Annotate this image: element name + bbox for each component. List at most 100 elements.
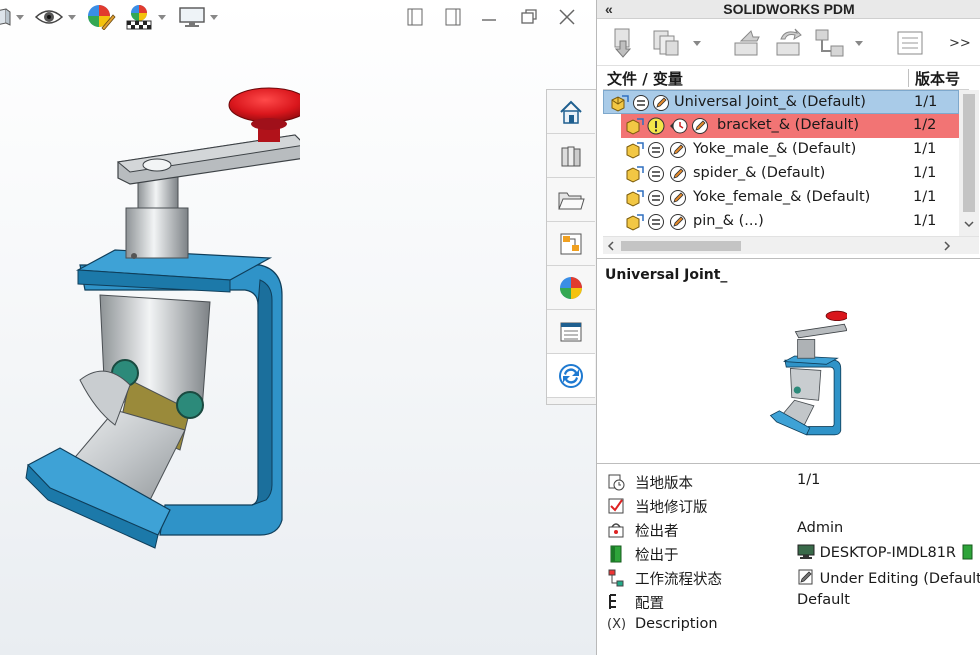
universal-joint-model[interactable] (20, 80, 300, 550)
edit-status-icon (670, 190, 686, 206)
part-icon (626, 214, 644, 231)
part-icon (626, 190, 644, 207)
tree-row-version: 1/2 (913, 117, 937, 133)
tree-row-version: 1/1 (913, 189, 937, 205)
property-value: Default (797, 592, 850, 608)
tree-row-version: 1/1 (914, 94, 938, 110)
tile-right-icon[interactable] (442, 6, 464, 28)
tree-row-name: bracket_& (Default) (717, 117, 859, 133)
copy-tree-icon[interactable] (651, 27, 701, 59)
state-edit-icon (798, 569, 813, 585)
checkin-icon[interactable] (731, 27, 763, 59)
property-row: 当地版本 1/1 (597, 470, 980, 494)
property-key: 当地版本 (635, 476, 693, 492)
user-icon (608, 523, 624, 538)
chevron-right-icon[interactable] (943, 241, 951, 251)
part-icon (626, 166, 644, 183)
display-icon[interactable] (178, 4, 218, 30)
tree-row-bracket[interactable]: bracket_& (Default) 1/2 (621, 114, 959, 138)
scene-icon[interactable] (124, 4, 166, 30)
part-icon (626, 142, 644, 159)
chevron-down-icon[interactable] (158, 14, 166, 20)
appearance-icon[interactable] (547, 266, 595, 310)
equal-status-icon (633, 95, 649, 111)
edit-status-icon (670, 214, 686, 230)
equal-status-icon (648, 214, 664, 230)
property-row: 检出者 Admin (597, 518, 980, 542)
chevron-down-icon[interactable] (693, 40, 701, 46)
properties-icon[interactable] (547, 310, 595, 354)
local-version-icon (608, 474, 625, 491)
tree-row-name: Yoke_female_& (Default) (693, 189, 871, 205)
property-key: Description (635, 616, 718, 632)
folder-icon[interactable] (547, 178, 595, 222)
minimize-icon[interactable] (478, 6, 500, 28)
tree-row-version: 1/1 (913, 213, 937, 229)
tree-row-part[interactable]: spider_& (Default) 1/1 (603, 162, 959, 186)
properties-icon[interactable] (895, 27, 925, 59)
get-latest-icon[interactable] (611, 27, 637, 59)
scroll-thumb[interactable] (963, 94, 975, 212)
checkbox-icon (608, 498, 624, 514)
chevron-down-icon[interactable] (16, 14, 24, 20)
checkout-icon (962, 544, 973, 560)
checkout-icon (610, 545, 622, 563)
tree-header: 文件 / 变量 版本号 (603, 66, 969, 90)
chevron-down-icon[interactable] (855, 40, 863, 46)
tree-row-assembly[interactable]: Universal Joint_& (Default) 1/1 (603, 90, 959, 114)
tree-row-name: spider_& (Default) (693, 165, 826, 181)
eye-icon[interactable] (34, 4, 76, 30)
property-key: 配置 (635, 596, 664, 612)
column-file[interactable]: 文件 / 变量 (607, 68, 683, 89)
chevron-down-icon[interactable] (964, 220, 974, 228)
property-key: 工作流程状态 (635, 572, 722, 588)
scroll-thumb[interactable] (621, 241, 741, 251)
pdm-title-bar: « SOLIDWORKS PDM (597, 0, 980, 19)
pdm-toolbar: >> (597, 20, 980, 66)
preview-pane: Universal Joint_ (597, 258, 980, 464)
tree-row-part[interactable]: Yoke_female_& (Default) 1/1 (603, 186, 959, 210)
more-button[interactable]: >> (949, 27, 971, 59)
column-divider[interactable] (908, 69, 909, 87)
column-version[interactable]: 版本号 (915, 68, 969, 89)
box-icon[interactable] (0, 4, 24, 30)
property-value: DESKTOP-IMDL81R (797, 544, 980, 561)
equal-status-icon (648, 142, 664, 158)
property-key: 检出者 (635, 524, 679, 540)
tree-vertical-scrollbar[interactable] (959, 90, 979, 236)
close-icon[interactable] (556, 6, 578, 28)
chevron-down-icon[interactable] (68, 14, 76, 20)
home-icon[interactable] (547, 90, 595, 134)
graphics-viewport[interactable] (0, 0, 596, 655)
pdm-panel: « SOLIDWORKS PDM >> 文件 / 变量 版本号 Universa… (596, 0, 980, 655)
workflow-icon (608, 569, 624, 587)
palette-icon[interactable] (547, 222, 595, 266)
pdm-icon[interactable] (547, 354, 595, 398)
appearance-icon[interactable] (86, 4, 116, 30)
workflow-transition-icon[interactable] (813, 27, 863, 59)
equal-status-icon (648, 190, 664, 206)
computer-name: DESKTOP-IMDL81R (819, 545, 957, 561)
preview-title: Universal Joint_ (605, 267, 728, 283)
tree-horizontal-scrollbar[interactable] (603, 236, 979, 254)
tree-row-name: Universal Joint_& (Default) (674, 94, 866, 110)
tree-row-name: pin_& (...) (693, 213, 764, 229)
config-icon (609, 594, 616, 609)
undo-checkout-icon[interactable] (773, 27, 805, 59)
property-value: Under Editing (Default ... (797, 568, 980, 587)
tree-row-part[interactable]: pin_& (...) 1/1 (603, 210, 959, 234)
chevron-down-icon[interactable] (210, 14, 218, 20)
variable-icon: (X) (607, 617, 627, 632)
history-icon (670, 118, 688, 134)
computer-icon (797, 544, 815, 559)
restore-icon[interactable] (518, 6, 540, 28)
chevron-left-icon[interactable] (607, 241, 615, 251)
tree-row-part[interactable]: Yoke_male_& (Default) 1/1 (603, 138, 959, 162)
tile-left-icon[interactable] (404, 6, 426, 28)
library-icon[interactable] (547, 134, 595, 178)
property-row: 检出于 DESKTOP-IMDL81R (597, 542, 980, 566)
collapse-button[interactable]: « (605, 0, 613, 18)
property-key: 检出于 (635, 548, 679, 564)
tree-row-name: Yoke_male_& (Default) (693, 141, 857, 157)
edit-status-icon (653, 95, 669, 111)
